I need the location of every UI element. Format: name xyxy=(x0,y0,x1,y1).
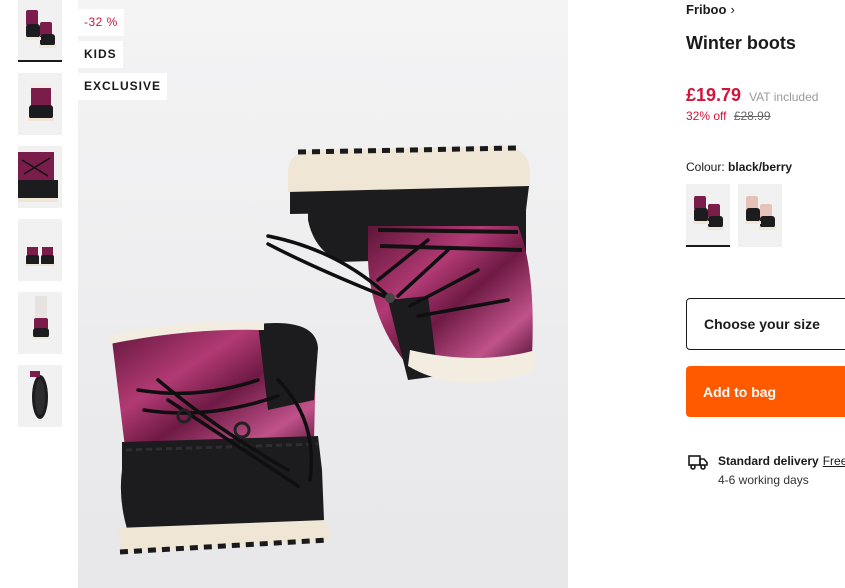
colour-label-row: Colour: black/berry xyxy=(686,160,792,174)
thumbnail-4[interactable] xyxy=(18,219,62,281)
exclusive-badge: EXCLUSIVE xyxy=(78,73,168,100)
thumbnail-3[interactable] xyxy=(18,146,62,208)
boots-pair-thumbnail-image xyxy=(18,0,62,62)
colour-swatch-black-rose[interactable] xyxy=(738,184,782,247)
boots-back-thumbnail-image xyxy=(18,219,62,281)
vat-note: VAT included xyxy=(749,90,819,104)
delivery-title-row: Standard delivery Free xyxy=(718,454,845,468)
thumbnail-5[interactable] xyxy=(18,292,62,354)
boot-sole-thumbnail-image xyxy=(18,365,62,427)
colour-value: black/berry xyxy=(728,160,793,174)
kids-badge: KIDS xyxy=(78,41,123,68)
colour-swatch-black-berry[interactable] xyxy=(686,184,730,247)
boot-side-thumbnail-image xyxy=(18,73,62,135)
size-select[interactable]: Choose your size xyxy=(686,298,845,350)
product-info-panel: Friboo › Winter boots £19.79 VAT include… xyxy=(686,0,845,588)
delivery-time: 4-6 working days xyxy=(718,473,809,487)
black-rose-swatch-image xyxy=(738,184,782,247)
truck-icon xyxy=(688,455,708,470)
delivery-cost-link[interactable]: Free xyxy=(823,454,845,468)
price-row: £19.79 VAT included xyxy=(686,85,818,106)
boot-model-thumbnail-image xyxy=(18,292,62,354)
brand-link[interactable]: Friboo › xyxy=(686,2,735,17)
brand-name: Friboo xyxy=(686,2,727,17)
current-price: £19.79 xyxy=(686,85,742,105)
percent-off: 32% off xyxy=(686,109,727,123)
discount-row: 32% off £28.99 xyxy=(686,109,771,123)
colour-label: Colour: xyxy=(686,160,725,174)
add-to-bag-button[interactable]: Add to bag xyxy=(686,366,845,417)
thumbnail-2[interactable] xyxy=(18,73,62,135)
chevron-right-icon: › xyxy=(730,2,735,17)
product-title: Winter boots xyxy=(686,33,796,53)
thumbnail-6[interactable] xyxy=(18,365,62,427)
boot-closeup-thumbnail-image xyxy=(18,146,62,208)
thumbnail-1[interactable] xyxy=(18,0,62,62)
discount-badge: -32 % xyxy=(78,9,124,36)
black-berry-swatch-image xyxy=(686,184,730,247)
original-price: £28.99 xyxy=(733,109,771,123)
delivery-title: Standard delivery xyxy=(718,454,819,468)
